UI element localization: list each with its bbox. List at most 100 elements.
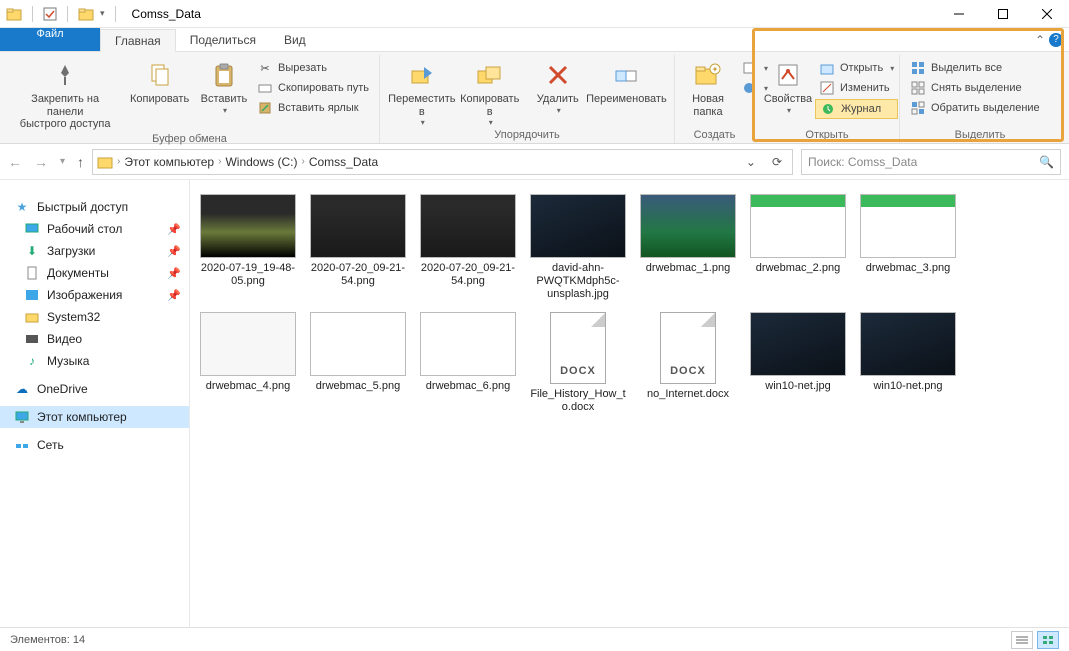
file-name: drwebmac_4.png xyxy=(206,380,290,393)
nav-video[interactable]: Видео xyxy=(0,328,189,350)
ribbon-collapse-icon[interactable]: ⌃ xyxy=(1035,33,1045,47)
tab-share[interactable]: Поделиться xyxy=(176,28,270,51)
group-select: Выделить все Снять выделение Обратить вы… xyxy=(900,55,1060,143)
quick-access-toolbar: ▾ Comss_Data xyxy=(0,6,207,22)
tab-home[interactable]: Главная xyxy=(100,29,176,52)
rename-button[interactable]: Переименовать xyxy=(585,57,668,108)
copy-to-button[interactable]: Копироватьв ▾ xyxy=(458,57,522,129)
copy-button[interactable]: Копировать xyxy=(124,57,195,108)
downloads-icon: ⬇ xyxy=(24,243,40,259)
scissors-icon: ✂ xyxy=(257,60,273,76)
copy-path-button[interactable]: Скопировать путь xyxy=(253,79,373,97)
file-item[interactable]: 2020-07-20_09-21-54.png xyxy=(308,194,408,302)
file-item[interactable]: File_History_How_to.docx xyxy=(528,312,628,414)
file-item[interactable]: david-ahn-PWQTKMdph5c-unsplash.jpg xyxy=(528,194,628,302)
file-name: File_History_How_to.docx xyxy=(528,388,628,414)
nav-desktop[interactable]: Рабочий стол📌 xyxy=(0,218,189,240)
file-item[interactable]: drwebmac_4.png xyxy=(198,312,298,414)
select-none-button[interactable]: Снять выделение xyxy=(906,79,1044,97)
svg-text:✦: ✦ xyxy=(712,65,719,74)
new-folder-button[interactable]: ✦ Новаяпапка xyxy=(681,57,735,120)
back-button[interactable]: ← xyxy=(8,154,22,170)
search-box[interactable]: Поиск: Comss_Data 🔍 xyxy=(801,149,1061,175)
cut-button[interactable]: ✂Вырезать xyxy=(253,59,373,77)
recent-dropdown[interactable]: ▾ xyxy=(60,156,65,167)
paste-button[interactable]: Вставить▾ xyxy=(195,57,253,117)
details-view-button[interactable] xyxy=(1011,631,1033,649)
help-icon[interactable]: ? xyxy=(1049,33,1063,47)
pin-icon xyxy=(49,59,81,91)
file-thumbnail xyxy=(420,312,516,376)
delete-icon xyxy=(542,59,574,91)
copy-to-icon xyxy=(474,59,506,91)
file-item[interactable]: drwebmac_6.png xyxy=(418,312,518,414)
history-button[interactable]: Журнал xyxy=(815,99,898,119)
thumbnails-view-button[interactable] xyxy=(1037,631,1059,649)
nav-pictures[interactable]: Изображения📌 xyxy=(0,284,189,306)
select-all-icon xyxy=(910,60,926,76)
file-item[interactable]: drwebmac_2.png xyxy=(748,194,848,302)
minimize-button[interactable] xyxy=(937,0,981,28)
select-all-button[interactable]: Выделить все xyxy=(906,59,1044,77)
file-item[interactable]: win10-net.png xyxy=(858,312,958,414)
body: ★Быстрый доступ Рабочий стол📌 ⬇Загрузки📌… xyxy=(0,180,1069,627)
file-item[interactable]: win10-net.jpg xyxy=(748,312,848,414)
group-label: Открыть xyxy=(755,129,899,143)
nav-quick-access[interactable]: ★Быстрый доступ xyxy=(0,196,189,218)
nav-documents[interactable]: Документы📌 xyxy=(0,262,189,284)
pin-icon: 📌 xyxy=(167,289,181,302)
ribbon-tabs: Файл Главная Поделиться Вид ⌃ ? xyxy=(0,28,1069,52)
crumb-drive[interactable]: Windows (C:)› xyxy=(225,155,304,169)
refresh-icon[interactable]: ⟳ xyxy=(766,155,788,169)
group-organize: Переместитьв ▾ Копироватьв ▾ Удалить▾ Пе… xyxy=(380,55,675,143)
edit-button[interactable]: Изменить xyxy=(815,79,898,97)
file-view[interactable]: 2020-07-19_19-48-05.png 2020-07-20_09-21-… xyxy=(190,180,1069,627)
file-name: 2020-07-20_09-21-54.png xyxy=(308,262,408,288)
nav-network[interactable]: Сеть xyxy=(0,434,189,456)
file-item[interactable]: drwebmac_1.png xyxy=(638,194,738,302)
file-item[interactable]: drwebmac_3.png xyxy=(858,194,958,302)
qat-checkbox-icon[interactable] xyxy=(43,7,57,21)
file-name: david-ahn-PWQTKMdph5c-unsplash.jpg xyxy=(528,262,628,302)
history-icon xyxy=(820,101,836,117)
nav-downloads[interactable]: ⬇Загрузки📌 xyxy=(0,240,189,262)
tab-view[interactable]: Вид xyxy=(270,28,320,51)
file-item[interactable]: 2020-07-20_09-21-54.png xyxy=(418,194,518,302)
move-to-button[interactable]: Переместитьв ▾ xyxy=(386,57,458,129)
qat-dropdown-icon[interactable]: ▾ xyxy=(100,8,105,19)
nav-music[interactable]: ♪Музыка xyxy=(0,350,189,372)
crumb-folder[interactable]: Comss_Data xyxy=(309,155,378,169)
nav-system32[interactable]: System32 xyxy=(0,306,189,328)
up-button[interactable]: ↑ xyxy=(77,154,84,170)
paste-shortcut-button[interactable]: Вставить ярлык xyxy=(253,99,373,117)
tab-file[interactable]: Файл xyxy=(0,28,100,51)
maximize-button[interactable] xyxy=(981,0,1025,28)
file-name: win10-net.png xyxy=(873,380,942,393)
file-name: drwebmac_3.png xyxy=(866,262,950,275)
group-label: Буфер обмена xyxy=(0,133,379,147)
group-clipboard: Закрепить на панелибыстрого доступа Копи… xyxy=(0,55,380,143)
history-dropdown-icon[interactable]: ⌄ xyxy=(740,155,762,169)
crumb-pc[interactable]: Этот компьютер› xyxy=(124,155,221,169)
properties-icon xyxy=(772,59,804,91)
pin-quick-access-button[interactable]: Закрепить на панелибыстрого доступа xyxy=(6,57,124,133)
path-icon xyxy=(257,80,273,96)
nav-this-pc[interactable]: Этот компьютер xyxy=(0,406,189,428)
file-thumbnail xyxy=(310,312,406,376)
forward-button[interactable]: → xyxy=(34,154,48,170)
file-item[interactable]: no_Internet.docx xyxy=(638,312,738,414)
file-item[interactable]: drwebmac_5.png xyxy=(308,312,408,414)
open-button[interactable]: Открыть▾ xyxy=(815,59,898,77)
file-item[interactable]: 2020-07-19_19-48-05.png xyxy=(198,194,298,302)
close-button[interactable] xyxy=(1025,0,1069,28)
music-icon: ♪ xyxy=(24,353,40,369)
open-icon xyxy=(819,60,835,76)
delete-button[interactable]: Удалить▾ xyxy=(531,57,585,117)
address-bar[interactable]: › Этот компьютер› Windows (C:)› Comss_Da… xyxy=(92,149,793,175)
properties-button[interactable]: Свойства▾ xyxy=(761,57,815,117)
invert-selection-button[interactable]: Обратить выделение xyxy=(906,99,1044,117)
network-icon xyxy=(14,437,30,453)
file-name: drwebmac_5.png xyxy=(316,380,400,393)
nav-onedrive[interactable]: ☁OneDrive xyxy=(0,378,189,400)
file-thumbnail xyxy=(310,194,406,258)
